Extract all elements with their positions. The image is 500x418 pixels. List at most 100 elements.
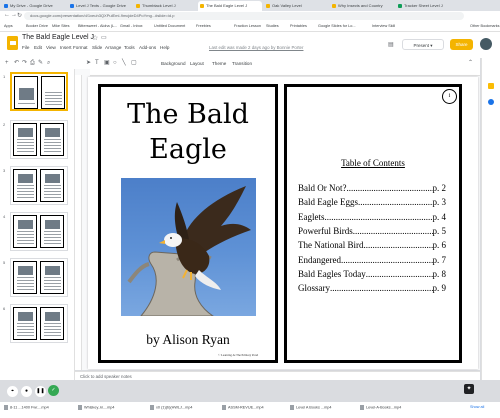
tasks-icon[interactable] bbox=[488, 99, 494, 105]
keep-icon[interactable] bbox=[488, 83, 494, 89]
tab-label: Level J Texts - Google Drive bbox=[76, 3, 126, 8]
menu-addons[interactable]: Add-ons bbox=[139, 45, 156, 50]
reload-icon[interactable]: ↻ bbox=[17, 12, 22, 19]
toc-entry[interactable]: Powerful Birds p. 5 bbox=[298, 225, 446, 237]
layout-button[interactable]: Layout bbox=[190, 59, 204, 68]
toc-entry-page: p. 3 bbox=[432, 197, 447, 208]
slide-thumbnail[interactable] bbox=[10, 72, 68, 111]
confirm-icon[interactable]: ✓ bbox=[48, 385, 59, 396]
browser-tab[interactable]: Level J Texts - Google Drive bbox=[68, 1, 132, 11]
document-title[interactable]: The Bald Eagle Level J bbox=[22, 34, 94, 41]
last-edit-link[interactable]: Last edit was made 2 days ago by Bonnie … bbox=[209, 45, 303, 50]
bookmark-item[interactable]: Mike Sites bbox=[52, 23, 70, 30]
eagle-photo[interactable] bbox=[121, 178, 256, 316]
select-icon[interactable]: ➤ bbox=[86, 60, 92, 66]
menu-file[interactable]: File bbox=[22, 45, 29, 50]
toc-heading[interactable]: Table of Contents bbox=[284, 158, 462, 168]
menu-view[interactable]: View bbox=[46, 45, 56, 50]
download-item[interactable]: Level A Books ...mp4 bbox=[290, 405, 331, 410]
browser-tab[interactable]: Tracker Sheet Level J bbox=[396, 1, 460, 11]
bookmark-item[interactable]: Fraction Lesson bbox=[234, 23, 261, 30]
star-icon[interactable]: ☆ bbox=[92, 34, 98, 42]
slide-thumbnail[interactable] bbox=[10, 166, 68, 205]
bookmark-item[interactable]: Printables bbox=[290, 23, 307, 30]
toc-entry[interactable]: The National Bird p. 6 bbox=[298, 239, 446, 251]
zoom-icon[interactable]: ⌕ bbox=[47, 60, 53, 66]
browser-tab[interactable]: Why Insects and Country bbox=[330, 1, 394, 11]
image-icon[interactable]: ▣ bbox=[104, 60, 110, 66]
shape-icon[interactable]: ○ bbox=[113, 60, 119, 66]
browser-tab[interactable]: Thumbtack Level J bbox=[134, 1, 198, 11]
redo-icon[interactable]: ↷ bbox=[22, 60, 28, 66]
toc-entry[interactable]: Glossary p. 9 bbox=[298, 282, 446, 294]
menu-help[interactable]: Help bbox=[160, 45, 169, 50]
download-item[interactable]: ASSM-REVUE...mp4 bbox=[222, 405, 264, 410]
comment-icon[interactable]: ▢ bbox=[131, 60, 137, 66]
menu-arrange[interactable]: Arrange bbox=[105, 45, 121, 50]
explore-icon[interactable]: ✦ bbox=[464, 384, 474, 394]
author-name[interactable]: by Alison Ryan bbox=[98, 332, 278, 348]
toc-entry[interactable]: Bald Eagles Today p. 8 bbox=[298, 268, 446, 280]
toc-entry[interactable]: Eaglets p. 4 bbox=[298, 211, 446, 223]
book-title[interactable]: The Bald Eagle bbox=[98, 97, 278, 167]
slide-thumbnail[interactable] bbox=[10, 304, 68, 343]
toc-entry[interactable]: Bald Or Not? p. 2 bbox=[298, 182, 446, 194]
menu-tools[interactable]: Tools bbox=[124, 45, 135, 50]
toc-entry[interactable]: Bald Eagle Eggs p. 3 bbox=[298, 196, 446, 208]
back-icon[interactable]: ← bbox=[4, 12, 10, 18]
textbox-icon[interactable]: T bbox=[95, 60, 101, 66]
browser-tab[interactable]: Oak Valley Level bbox=[264, 1, 328, 11]
bookmark-item[interactable]: Untitled Document bbox=[154, 23, 185, 30]
toc-entry[interactable]: Endangered p. 7 bbox=[298, 254, 446, 266]
recording-settings-icon[interactable]: ⌖ bbox=[6, 385, 19, 398]
share-button[interactable]: Share bbox=[450, 39, 473, 50]
thumbnail-page bbox=[40, 123, 64, 156]
mic-icon[interactable]: ● bbox=[20, 385, 33, 398]
speaker-notes[interactable]: Click to add speaker notes bbox=[75, 371, 480, 380]
toc-entry-title: Glossary bbox=[298, 283, 330, 294]
menu-format[interactable]: Format bbox=[73, 45, 88, 50]
transition-button[interactable]: Transition bbox=[232, 59, 252, 68]
bookmark-item[interactable]: Booker Drive bbox=[26, 23, 48, 30]
toc-entry-title: Powerful Birds bbox=[298, 225, 353, 236]
page-number-circle[interactable]: i bbox=[442, 89, 457, 104]
line-icon[interactable]: ╲ bbox=[122, 60, 128, 66]
bookmark-item[interactable]: Bittersweet - Aloha (L... bbox=[78, 23, 117, 30]
present-button[interactable]: Present ▾ bbox=[402, 39, 444, 50]
bookmark-item[interactable]: Google Slides for Lo... bbox=[318, 23, 356, 30]
background-button[interactable]: Background bbox=[161, 59, 186, 68]
browser-tab[interactable]: The Bald Eagle Level J bbox=[198, 1, 262, 11]
bookmark-item[interactable]: Other Bookmarks bbox=[470, 23, 500, 30]
url-bar[interactable]: docs.google.com/presentation/d/1xeuh3QXP… bbox=[24, 12, 464, 20]
move-folder-icon[interactable]: ▭ bbox=[101, 34, 107, 41]
bookmark-item[interactable]: Apps bbox=[4, 23, 13, 30]
slide-thumbnail[interactable] bbox=[10, 212, 68, 251]
toc-page[interactable] bbox=[284, 84, 462, 363]
comments-icon[interactable]: ▤ bbox=[388, 41, 394, 48]
slide-thumbnail[interactable] bbox=[10, 120, 68, 159]
download-item[interactable]: x0 (1)(b)(HWLJ...mp4 bbox=[150, 405, 193, 410]
download-item[interactable]: Whiskey..ki....mp4 bbox=[78, 405, 115, 410]
file-icon bbox=[290, 405, 294, 410]
collapse-icon[interactable]: ⌃ bbox=[468, 60, 474, 66]
menu-slide[interactable]: Slide bbox=[92, 45, 102, 50]
pause-icon[interactable]: ❚❚ bbox=[34, 385, 47, 398]
bookmark-item[interactable]: Freebies bbox=[196, 23, 211, 30]
download-item[interactable]: Level-A-Books...mp4 bbox=[360, 405, 401, 410]
bookmark-item[interactable]: Studies bbox=[266, 23, 279, 30]
bookmark-item[interactable]: Gmail - Inbox bbox=[120, 23, 143, 30]
menu-insert[interactable]: Insert bbox=[60, 45, 72, 50]
download-item[interactable]: 8-11 ...1400 Fwr....mp4 bbox=[4, 405, 49, 410]
slides-logo-icon[interactable] bbox=[7, 36, 18, 50]
avatar[interactable] bbox=[480, 38, 492, 50]
bookmark-item[interactable]: Interview Skill bbox=[372, 23, 395, 30]
slide-thumbnail[interactable] bbox=[10, 258, 68, 297]
undo-icon[interactable]: ↶ bbox=[14, 60, 20, 66]
print-icon[interactable]: ⎙ bbox=[30, 60, 36, 66]
theme-button[interactable]: Theme bbox=[212, 59, 226, 68]
add-slide-icon[interactable]: + bbox=[5, 60, 11, 66]
menu-edit[interactable]: Edit bbox=[34, 45, 42, 50]
show-all-downloads[interactable]: Show all bbox=[470, 405, 484, 409]
paint-format-icon[interactable]: ✎ bbox=[38, 60, 44, 66]
browser-tab[interactable]: My Drive - Google Drive bbox=[2, 1, 66, 11]
